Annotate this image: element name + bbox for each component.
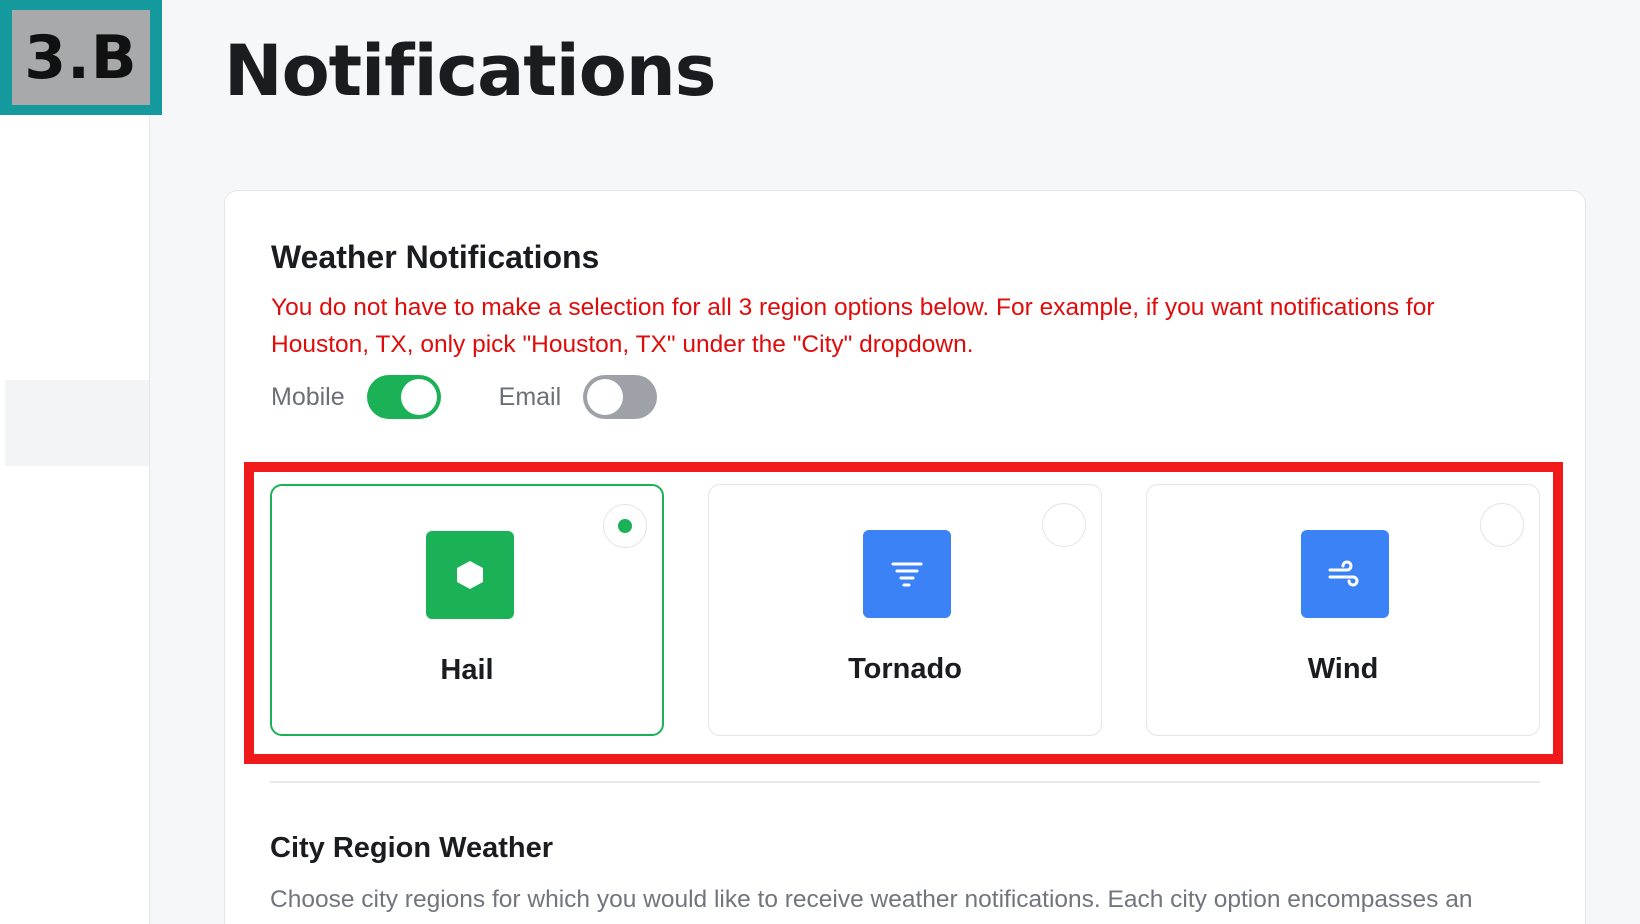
option-label-hail: Hail	[440, 654, 494, 686]
option-label-wind: Wind	[1307, 653, 1379, 685]
hail-radio[interactable]	[603, 504, 647, 548]
option-wind[interactable]: Wind	[1146, 484, 1540, 736]
page-title: Notifications	[224, 30, 716, 112]
toggle-knob	[400, 379, 437, 415]
section-divider	[270, 781, 1540, 783]
wind-radio[interactable]	[1480, 503, 1524, 547]
step-badge-label: 3.B	[12, 10, 150, 105]
option-label-tornado: Tornado	[848, 653, 962, 685]
mobile-toggle-label: Mobile	[271, 382, 345, 411]
sidebar	[0, 0, 150, 924]
email-toggle[interactable]	[583, 375, 658, 419]
warning-text: You do not have to make a selection for …	[271, 294, 1435, 358]
channel-toggles: Mobile Email	[271, 374, 658, 420]
wind-icon	[1301, 530, 1389, 618]
email-toggle-label: Email	[498, 382, 562, 411]
city-region-description: Choose city regions for which you would …	[270, 886, 1473, 913]
weather-type-options: Hail Tornado Wind	[270, 484, 1540, 736]
hexagon-icon	[426, 531, 514, 619]
radio-selected-dot	[618, 519, 632, 533]
tornado-radio[interactable]	[1042, 503, 1086, 547]
sidebar-active-item[interactable]	[5, 380, 149, 466]
section-title: Weather Notifications	[271, 239, 600, 275]
option-hail[interactable]: Hail	[270, 484, 664, 736]
toggle-knob	[587, 379, 624, 415]
mobile-toggle[interactable]	[366, 375, 441, 419]
tornado-icon	[863, 530, 951, 618]
city-region-title: City Region Weather	[270, 832, 554, 864]
step-badge: 3.B	[0, 0, 162, 115]
option-tornado[interactable]: Tornado	[708, 484, 1102, 736]
